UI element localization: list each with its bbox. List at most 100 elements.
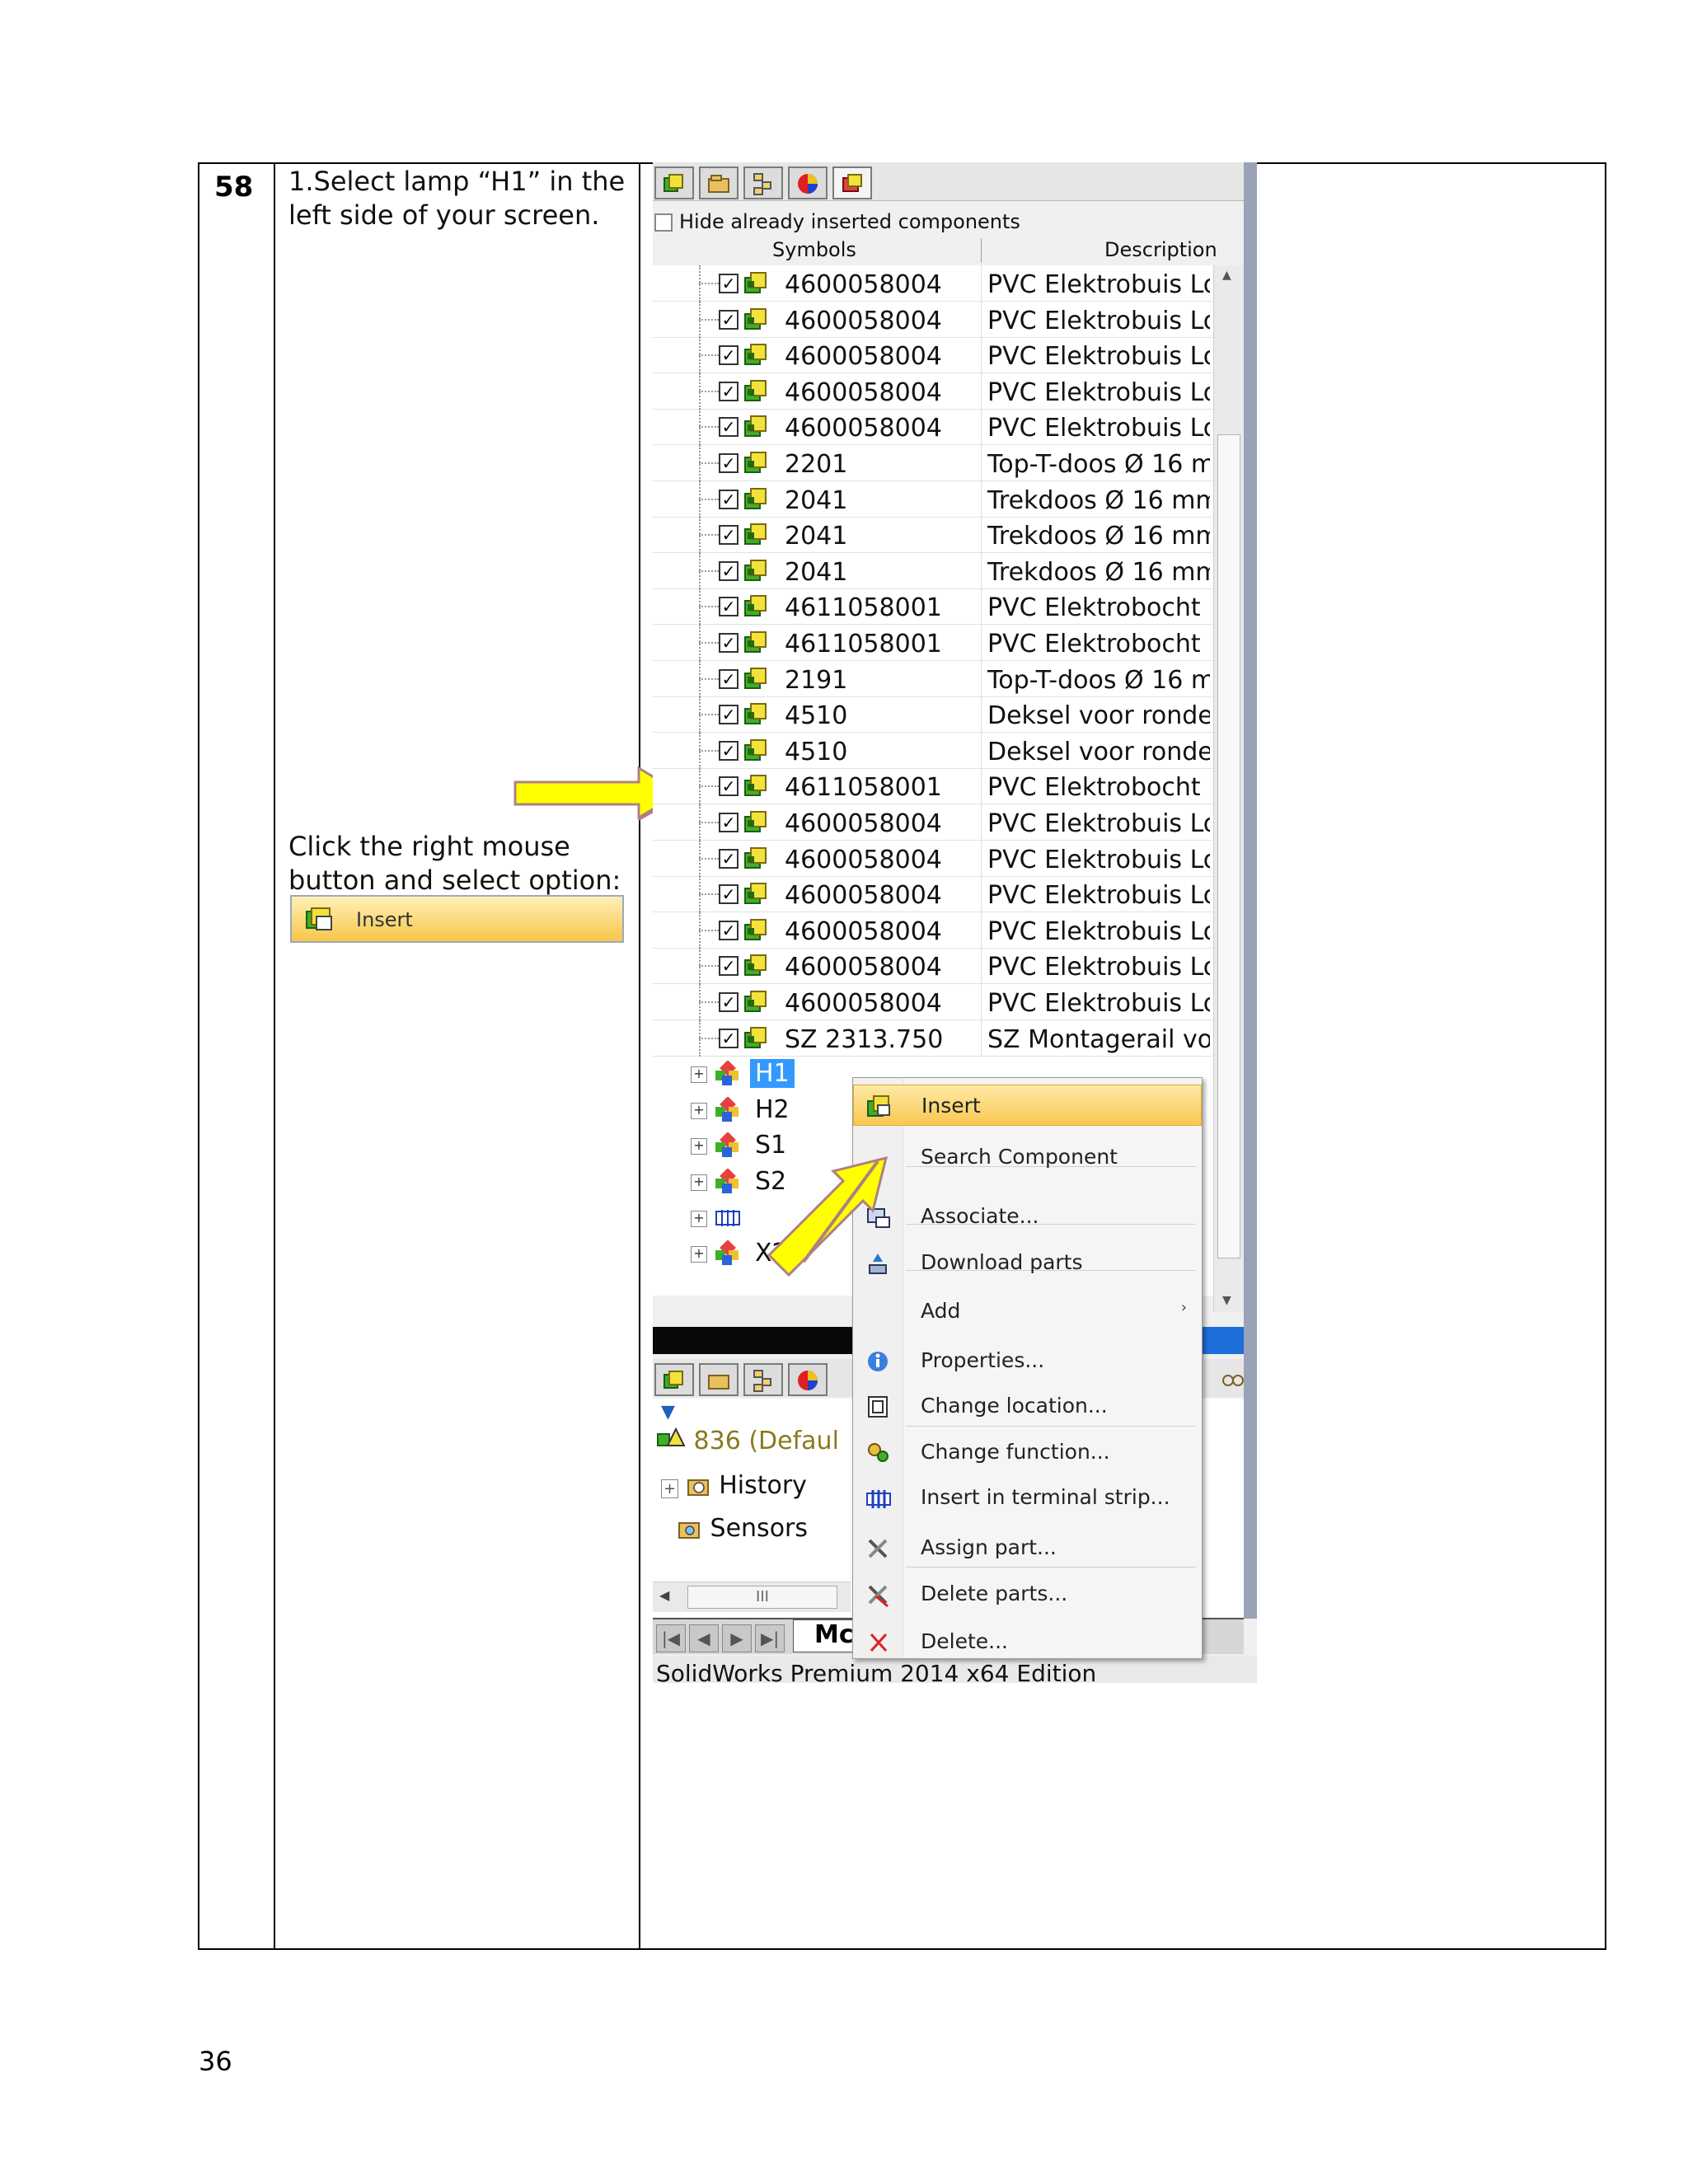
components-tab[interactable] bbox=[654, 166, 694, 199]
component-row[interactable]: ✓ 4611058001 PVC Elektrobocht 90' bbox=[653, 768, 1213, 805]
symbol-cell: 4600058004 bbox=[785, 989, 942, 1018]
appearance-tab[interactable] bbox=[788, 166, 828, 199]
tree-node-label[interactable]: H2 bbox=[750, 1095, 795, 1124]
component-row[interactable]: ✓ 4600058004 PVC Elektrobuis Lowl bbox=[653, 265, 1213, 302]
scroll-down-icon[interactable]: ▼ bbox=[1222, 1294, 1231, 1307]
component-row[interactable]: ✓ 4600058004 PVC Elektrobuis Lowl bbox=[653, 409, 1213, 446]
component-row[interactable]: ✓ 4600058004 PVC Elektrobuis Lowl bbox=[653, 840, 1213, 877]
row-checkbox[interactable]: ✓ bbox=[719, 956, 738, 977]
component-row[interactable]: ✓ 2191 Top-T-doos Ø 16 mr bbox=[653, 660, 1213, 697]
properties-tab[interactable] bbox=[699, 166, 738, 199]
display-manager-tab[interactable] bbox=[788, 1363, 828, 1396]
menu-item-change-location[interactable]: Change location... bbox=[853, 1385, 1202, 1427]
row-checkbox[interactable]: ✓ bbox=[719, 705, 738, 725]
scroll-up-icon[interactable]: ▲ bbox=[1222, 269, 1231, 282]
component-row[interactable]: ✓ 4600058004 PVC Elektrobuis Lowl bbox=[653, 876, 1213, 913]
checkbox-box[interactable] bbox=[654, 213, 673, 232]
component-row[interactable]: ✓ 4510 Deksel voor ronde la bbox=[653, 696, 1213, 733]
symbol-cell: 4600058004 bbox=[785, 881, 942, 911]
component-row[interactable]: ✓ 4600058004 PVC Elektrobuis Lowl bbox=[653, 373, 1213, 410]
row-checkbox[interactable]: ✓ bbox=[719, 417, 738, 438]
insert-option-label: Insert bbox=[356, 908, 413, 931]
column-header-symbols[interactable]: Symbols bbox=[772, 238, 856, 261]
row-checkbox[interactable]: ✓ bbox=[719, 992, 738, 1012]
scroll-thumb[interactable] bbox=[1217, 434, 1240, 1258]
component-row[interactable]: ✓ 4611058001 PVC Elektrobocht 90' bbox=[653, 625, 1213, 661]
filter-icon[interactable]: ▼ bbox=[661, 1402, 675, 1422]
component-row[interactable]: ✓ 4600058004 PVC Elektrobuis Lowl bbox=[653, 337, 1213, 374]
cell-divider bbox=[981, 696, 982, 733]
config-tab[interactable] bbox=[743, 166, 783, 199]
description-cell: PVC Elektrobocht 90' bbox=[987, 593, 1210, 623]
row-checkbox[interactable]: ✓ bbox=[719, 453, 738, 473]
menu-item-delete-parts[interactable]: Delete parts... bbox=[853, 1573, 1202, 1615]
menu-item-insert[interactable]: Insert bbox=[853, 1084, 1202, 1126]
row-checkbox[interactable]: ✓ bbox=[719, 1028, 738, 1048]
last-tab-icon[interactable]: ▶| bbox=[755, 1624, 785, 1652]
description-cell: SZ Montagerail voor bbox=[987, 1024, 1210, 1054]
component-row[interactable]: ✓ SZ 2313.750 SZ Montagerail voor bbox=[653, 1019, 1213, 1057]
expand-icon[interactable]: + bbox=[691, 1174, 707, 1191]
part-node[interactable]: 836 (Defaul bbox=[656, 1427, 839, 1455]
glasses-icon[interactable] bbox=[1221, 1367, 1245, 1392]
tree-node-label[interactable]: H1 bbox=[750, 1059, 795, 1089]
row-checkbox[interactable]: ✓ bbox=[719, 525, 738, 546]
first-tab-icon[interactable]: |◀ bbox=[656, 1624, 686, 1652]
column-header-description[interactable]: Description bbox=[1104, 238, 1217, 261]
vertical-scrollbar[interactable]: ▲ ▼ bbox=[1213, 265, 1245, 1312]
component-row[interactable]: ✓ 2201 Top-T-doos Ø 16 mr bbox=[653, 445, 1213, 481]
row-checkbox[interactable]: ✓ bbox=[719, 597, 738, 617]
component-row[interactable]: ✓ 4600058004 PVC Elektrobuis Lowl bbox=[653, 804, 1213, 841]
row-checkbox[interactable]: ✓ bbox=[719, 633, 738, 653]
component-row[interactable]: ✓ 4600058004 PVC Elektrobuis Lowl bbox=[653, 301, 1213, 338]
row-checkbox[interactable]: ✓ bbox=[719, 740, 738, 761]
row-checkbox[interactable]: ✓ bbox=[719, 668, 738, 689]
description-cell: Deksel voor ronde la bbox=[987, 701, 1210, 731]
expand-icon[interactable]: + bbox=[691, 1210, 707, 1227]
menu-item-delete[interactable]: Delete... bbox=[853, 1621, 1202, 1662]
row-checkbox[interactable]: ✓ bbox=[719, 776, 738, 797]
component-row[interactable]: ✓ 4600058004 PVC Elektrobuis Lowl bbox=[653, 948, 1213, 985]
electrical-tab[interactable] bbox=[832, 166, 872, 199]
prev-tab-icon[interactable]: ◀ bbox=[689, 1624, 719, 1652]
row-checkbox[interactable]: ✓ bbox=[719, 345, 738, 366]
scroll-left-icon[interactable]: ◀ bbox=[659, 1587, 669, 1603]
horizontal-scrollbar[interactable]: ◀ III bbox=[653, 1582, 851, 1612]
row-checkbox[interactable]: ✓ bbox=[719, 560, 738, 581]
expand-icon[interactable]: + bbox=[661, 1479, 679, 1498]
row-checkbox[interactable]: ✓ bbox=[719, 920, 738, 940]
next-tab-icon[interactable]: ▶ bbox=[722, 1624, 752, 1652]
row-checkbox[interactable]: ✓ bbox=[719, 884, 738, 905]
component-row[interactable]: ✓ 2041 Trekdoos Ø 16 mm bbox=[653, 480, 1213, 518]
feature-manager-tab[interactable] bbox=[654, 1363, 694, 1396]
configuration-manager-tab[interactable] bbox=[743, 1363, 783, 1396]
tree-line bbox=[699, 354, 719, 357]
expand-icon[interactable]: + bbox=[691, 1138, 707, 1155]
row-checkbox[interactable]: ✓ bbox=[719, 848, 738, 869]
row-checkbox[interactable]: ✓ bbox=[719, 309, 738, 330]
menu-item-insert-in-terminal-strip[interactable]: Insert in terminal strip... bbox=[853, 1477, 1202, 1518]
history-node[interactable]: + History bbox=[661, 1471, 807, 1500]
component-row[interactable]: ✓ 4611058001 PVC Elektrobocht 90' bbox=[653, 588, 1213, 626]
hide-inserted-checkbox[interactable]: Hide already inserted components bbox=[654, 210, 1020, 233]
property-manager-tab[interactable] bbox=[699, 1363, 738, 1396]
expand-icon[interactable]: + bbox=[691, 1246, 707, 1263]
component-row[interactable]: ✓ 2041 Trekdoos Ø 16 mm bbox=[653, 517, 1213, 554]
expand-icon[interactable]: + bbox=[691, 1066, 707, 1084]
component-row[interactable]: ✓ 4600058004 PVC Elektrobuis Lowl bbox=[653, 984, 1213, 1020]
component-row[interactable]: ✓ 4600058004 PVC Elektrobuis Lowl bbox=[653, 912, 1213, 949]
row-checkbox[interactable]: ✓ bbox=[719, 813, 738, 832]
menu-item-add[interactable]: Add › bbox=[853, 1291, 1202, 1332]
sensors-node[interactable]: Sensors bbox=[678, 1514, 808, 1543]
menu-item-properties[interactable]: Properties... bbox=[853, 1340, 1202, 1381]
row-checkbox[interactable]: ✓ bbox=[719, 274, 738, 293]
menu-item-change-function[interactable]: Change function... bbox=[853, 1432, 1202, 1473]
row-checkbox[interactable]: ✓ bbox=[719, 381, 738, 401]
row-checkbox[interactable]: ✓ bbox=[719, 489, 738, 509]
component-row[interactable]: ✓ 2041 Trekdoos Ø 16 mm bbox=[653, 552, 1213, 589]
hscroll-thumb[interactable]: III bbox=[687, 1586, 837, 1609]
hide-inserted-label: Hide already inserted components bbox=[679, 210, 1020, 233]
menu-item-assign-part[interactable]: Assign part... bbox=[853, 1527, 1202, 1568]
expand-icon[interactable]: + bbox=[691, 1102, 707, 1119]
component-row[interactable]: ✓ 4510 Deksel voor ronde la bbox=[653, 732, 1213, 769]
